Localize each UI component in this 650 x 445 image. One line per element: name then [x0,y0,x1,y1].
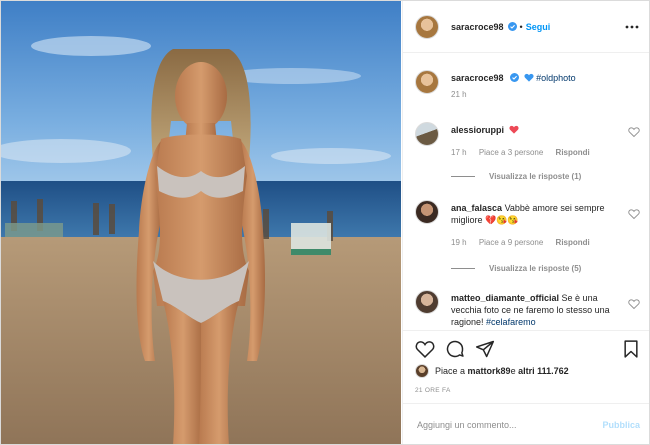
comment-hashtag[interactable]: #celafaremo [486,317,536,327]
verified-badge-icon [510,73,520,82]
like-heart-icon[interactable] [415,339,435,359]
comment-likes[interactable]: Piace a 3 persone [479,148,544,157]
comment-text: alessioruppi [451,124,621,136]
replies-line [451,176,475,178]
red-heart-icon [508,125,519,134]
like-comment-heart-icon[interactable] [628,298,640,310]
comment-text: ana_falasca Vabbè amore sei sempre migli… [451,202,621,226]
comments-list[interactable]: saracroce98 #oldphoto 21 h alessioruppi … [403,54,649,330]
comment-item: alessioruppi 17 h Piace a 3 persone Risp… [415,122,640,182]
comment-bubble-icon[interactable] [445,339,465,359]
save-bookmark-icon[interactable] [621,339,641,359]
comment-item: matteo_diamante_official Se è una vecchi… [415,290,640,330]
instagram-post-modal: saracroce98 • Segui saracroce98 #oldphot… [0,0,650,445]
like-comment-heart-icon[interactable] [628,126,640,138]
comment-text: matteo_diamante_official Se è una vecchi… [451,292,621,328]
likes-prefix: Piace a [435,366,466,376]
comment-time: 19 h [451,238,467,247]
caption-text: saracroce98 #oldphoto [451,72,621,84]
comment-avatar[interactable] [415,290,439,314]
reply-button[interactable]: Rispondi [556,238,590,247]
post-sidebar: saracroce98 • Segui saracroce98 #oldphot… [402,1,649,444]
likes-user[interactable]: mattork89 [468,366,511,376]
follow-button[interactable]: Segui [526,22,551,32]
more-horizontal-icon[interactable] [624,19,640,35]
caption-time: 21 h [451,90,467,99]
blue-heart-icon [524,73,534,82]
likes-middle: e [510,366,516,376]
add-comment-bar: Aggiungi un commento... Pubblica [403,403,649,444]
comment-avatar[interactable] [415,200,439,224]
post-photo[interactable] [1,1,401,444]
view-replies-label[interactable]: Visualizza le risposte (5) [489,264,581,273]
comment-input[interactable]: Aggiungi un commento... [417,420,517,430]
likes-others[interactable]: altri 111.762 [518,366,569,376]
verified-badge-icon [507,22,517,31]
caption-hashtag[interactable]: #oldphoto [536,73,576,83]
comment-time: 17 h [451,148,467,157]
comment-meta: 19 h Piace a 9 persone Rispondi [451,238,600,247]
replies-line [451,268,475,270]
comment-meta: 17 h Piace a 3 persone Rispondi [451,148,600,157]
comment-username[interactable]: alessioruppi [451,125,504,135]
post-caption: saracroce98 #oldphoto 21 h [415,70,640,110]
author-avatar[interactable] [415,14,439,39]
comment-username[interactable]: matteo_diamante_official [451,293,559,303]
liker-avatar [415,364,429,378]
like-comment-heart-icon[interactable] [628,208,640,220]
caption-username[interactable]: saracroce98 [451,73,504,83]
share-paper-plane-icon[interactable] [475,339,495,359]
view-replies[interactable]: Visualizza le risposte (5) [451,264,581,273]
caption-meta: 21 h [451,90,477,99]
reply-button[interactable]: Rispondi [556,148,590,157]
caption-avatar[interactable] [415,70,439,94]
comment-item: ana_falasca Vabbè amore sei sempre migli… [415,200,640,276]
comment-likes[interactable]: Piace a 9 persone [479,238,544,247]
post-timestamp: 21 ORE FA [415,387,451,394]
view-replies[interactable]: Visualizza le risposte (1) [451,172,581,181]
view-replies-label[interactable]: Visualizza le risposte (1) [489,172,581,181]
separator-dot: • [519,21,523,32]
comment-avatar[interactable] [415,122,439,146]
post-header: saracroce98 • Segui [403,1,649,53]
publish-button[interactable]: Pubblica [602,420,640,430]
comment-username[interactable]: ana_falasca [451,203,502,213]
likes-summary[interactable]: Piace a mattork89 e altri 111.762 [415,364,569,378]
author-username[interactable]: saracroce98 [451,22,504,32]
